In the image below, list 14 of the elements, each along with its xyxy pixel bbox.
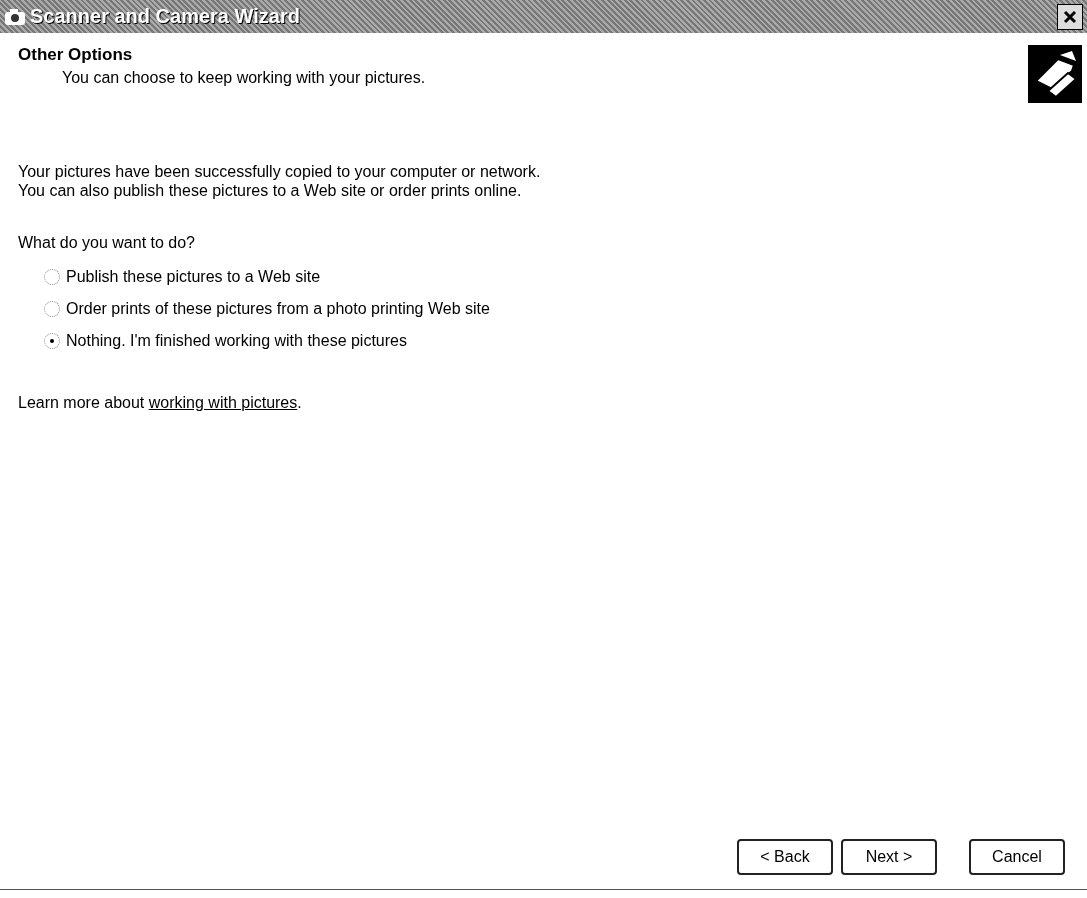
header-title: Other Options [18,45,134,65]
body-text: You can also publish these pictures to a Web site or order prints online. [18,181,523,200]
body-text: Your pictures have been successfully copied to your computer or network. [18,162,542,181]
close-button[interactable] [1057,3,1083,30]
close-icon [1062,8,1078,25]
learn-more-text: Learn more about working with pictures. [18,394,302,412]
help-link[interactable]: working with pictures [148,394,298,411]
window-title: Scanner and Camera Wizard [30,5,301,28]
header-subtitle: You can choose to keep working with your pictures. [62,69,426,87]
question-text: What do you want to do? [18,234,196,252]
cancel-button[interactable]: Cancel [969,839,1065,875]
camera-icon [4,6,26,27]
next-button[interactable]: Next > [841,839,937,875]
back-button[interactable]: < Back [737,839,833,875]
